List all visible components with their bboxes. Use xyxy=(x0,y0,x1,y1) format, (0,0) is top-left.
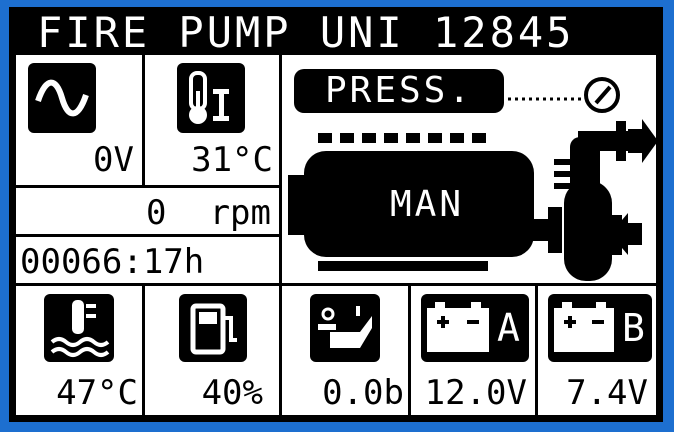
fuel-level-value: 40% xyxy=(201,373,263,413)
thermometer-icon xyxy=(177,63,245,133)
coolant-temp-cell: 47°C xyxy=(13,283,145,418)
sine-wave-icon xyxy=(28,63,96,133)
rpm-unit: rpm xyxy=(209,193,271,233)
voltage-value: 0V xyxy=(93,140,134,180)
battery-b-value: 7.4V xyxy=(566,373,648,413)
temperature-value: 31°C xyxy=(191,140,273,180)
battery-b-icon: B xyxy=(548,294,652,362)
temperature-cell: 31°C xyxy=(142,52,282,188)
lcd-display: FIRE PUMP UNI 12845 0V 31°C 0 rpm 00066:… xyxy=(9,7,663,422)
pump-icon xyxy=(518,119,658,281)
hour-meter-value: 00066:17h xyxy=(20,242,205,282)
battery-a-value: 12.0V xyxy=(424,373,527,413)
oil-pressure-value: 0.0b xyxy=(322,373,404,413)
voltage-cell: 0V xyxy=(13,52,145,188)
fuel-pump-icon xyxy=(179,294,247,362)
hour-meter-cell: 00066:17h xyxy=(13,234,282,286)
pressure-label: PRESS. xyxy=(294,69,504,113)
coolant-temp-value: 47°C xyxy=(56,373,138,413)
engine-panel: PRESS. MAN xyxy=(279,52,659,286)
battery-b-letter: B xyxy=(622,306,645,350)
battery-a-letter: A xyxy=(497,306,520,350)
fuel-level-cell: 40% xyxy=(142,283,282,418)
battery-b-cell: B 7.4V xyxy=(535,283,659,418)
battery-a-cell: A 12.0V xyxy=(408,283,538,418)
mode-label: MAN xyxy=(352,183,502,227)
rpm-value: 0 xyxy=(146,193,167,233)
rpm-cell: 0 rpm xyxy=(13,185,282,237)
oil-pressure-cell: 0.0b xyxy=(279,283,411,418)
oil-can-icon xyxy=(310,294,380,362)
battery-a-icon: A xyxy=(421,294,529,362)
coolant-temperature-icon xyxy=(44,294,114,362)
title-bar: FIRE PUMP UNI 12845 xyxy=(13,11,659,55)
